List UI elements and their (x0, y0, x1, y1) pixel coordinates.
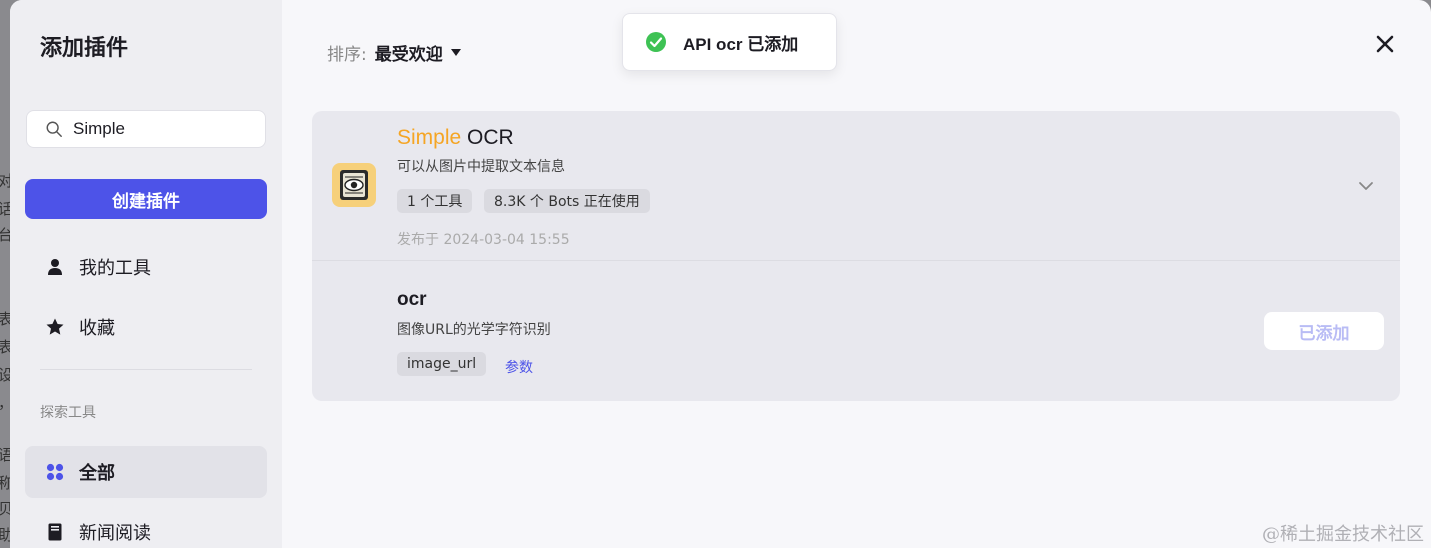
tool-count-badge: 1 个工具 (397, 189, 473, 213)
close-icon[interactable] (1375, 34, 1395, 54)
explore-section-label: 探索工具 (40, 405, 96, 421)
added-button[interactable]: 已添加 (1264, 312, 1384, 350)
plugin-name-match: Simple (397, 126, 462, 149)
sidebar-item-label: 收藏 (79, 318, 115, 339)
chevron-down-icon[interactable] (1357, 177, 1375, 195)
check-circle-icon (646, 32, 666, 52)
watermark: @稀土掘金技术社区 (1262, 524, 1424, 545)
create-plugin-button[interactable]: 创建插件 (25, 179, 267, 219)
caret-down-icon (450, 49, 461, 56)
card-divider (312, 260, 1400, 261)
sidebar-item-label: 我的工具 (79, 258, 151, 279)
add-plugin-dialog: 添加插件 创建插件 我的工具 收藏 探索工具 全部 新闻阅读 排序: 最受欢迎 (10, 0, 1431, 548)
sidebar-item-label: 全部 (79, 463, 115, 484)
sort-value: 最受欢迎 (374, 45, 443, 65)
sidebar-item-my-tools[interactable]: 我的工具 (25, 241, 267, 293)
plugin-card[interactable]: Simple OCR 可以从图片中提取文本信息 1 个工具 8.3K 个 Bot… (312, 111, 1400, 401)
tool-name: ocr (397, 289, 427, 310)
param-tag: image_url (397, 352, 487, 376)
sort-label: 排序: (327, 45, 367, 65)
plugin-name: Simple OCR (397, 126, 514, 150)
bot-usage-badge: 8.3K 个 Bots 正在使用 (484, 189, 650, 213)
sidebar-item-all[interactable]: 全部 (25, 446, 267, 498)
user-icon (48, 259, 62, 275)
publish-date: 发布于 2024-03-04 15:55 (397, 232, 570, 248)
sort-dropdown[interactable]: 排序: 最受欢迎 (327, 40, 461, 65)
params-link[interactable]: 参数 (505, 357, 533, 377)
book-icon (48, 523, 62, 541)
star-icon (46, 318, 64, 335)
dialog-title: 添加插件 (40, 36, 129, 61)
plugin-description: 可以从图片中提取文本信息 (397, 159, 565, 175)
search-icon (46, 121, 62, 137)
success-toast: API ocr 已添加 (622, 13, 837, 71)
tool-description: 图像URL的光学字符识别 (397, 322, 551, 338)
main-panel: 排序: 最受欢迎 Simple OCR 可以从图片中提取文本信息 1 个工具 8… (282, 0, 1431, 548)
sidebar-item-news-reading[interactable]: 新闻阅读 (25, 506, 267, 548)
eye-document-icon (340, 170, 368, 200)
search-input[interactable] (73, 119, 243, 139)
sidebar: 添加插件 创建插件 我的工具 收藏 探索工具 全部 新闻阅读 (10, 0, 282, 548)
grid-icon (46, 463, 64, 481)
sidebar-divider (40, 369, 252, 370)
sidebar-item-label: 新闻阅读 (79, 523, 151, 544)
plugin-logo (332, 163, 376, 207)
search-box[interactable] (26, 110, 266, 148)
plugin-name-rest: OCR (461, 126, 514, 149)
toast-message: API ocr 已添加 (683, 34, 799, 54)
sidebar-item-favorites[interactable]: 收藏 (25, 301, 267, 353)
